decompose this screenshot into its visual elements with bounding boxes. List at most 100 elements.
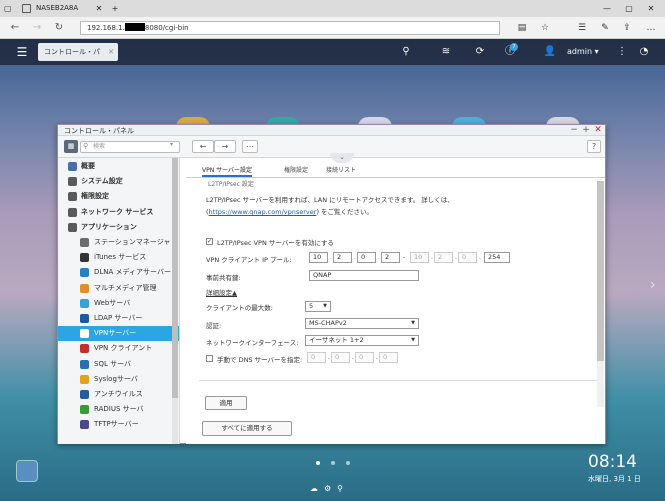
manual-dns-checkbox[interactable] (206, 355, 213, 362)
sidebar-item[interactable]: VPN クライアント (58, 341, 179, 356)
sidebar-item[interactable]: アプリケーション (58, 220, 179, 235)
reading-view-icon[interactable]: ▤ (515, 21, 529, 35)
sidebar-item[interactable]: ネットワーク サービス (58, 205, 179, 220)
refresh-icon[interactable]: ↻ (52, 21, 66, 35)
max-clients-select[interactable]: 5 ▼ (305, 301, 331, 312)
ip-start-octet-3[interactable]: 0 (357, 252, 376, 263)
main-menu-icon[interactable]: ☰ (14, 45, 30, 59)
sidebar-item[interactable]: ステーションマネージャ (58, 235, 179, 250)
notification-badge: 7 (510, 43, 518, 51)
options-icon[interactable]: ⋮ (614, 45, 630, 59)
content-scroll-thumb[interactable] (597, 181, 604, 361)
sidebar-item[interactable]: LDAP サーバー (58, 311, 179, 326)
ip-end-octet-4[interactable]: 254 (484, 252, 510, 263)
user-icon[interactable]: 👤 (542, 45, 558, 59)
favorites-hub-icon[interactable]: ☰ (575, 21, 589, 35)
url-prefix: 192.168.1. (87, 24, 125, 32)
sidebar-item[interactable]: SQL サーバ (58, 357, 179, 372)
dashboard-icon[interactable]: ◔ (636, 45, 652, 59)
dns-octet-4: 0 (379, 352, 398, 363)
sidebar-item[interactable]: 概要 (58, 159, 179, 174)
apply-button[interactable]: 適用 (205, 396, 247, 410)
advanced-settings-toggle[interactable]: 詳細設定▲ (206, 287, 237, 297)
page-dot[interactable] (316, 461, 320, 465)
maximize-window-icon[interactable]: ▢ (622, 3, 636, 14)
tab-privileges[interactable]: 権限設定 (284, 165, 308, 177)
pen-icon[interactable]: ✎ (598, 21, 612, 35)
sidebar-item[interactable]: Syslogサーバ (58, 372, 179, 387)
sidebar-item[interactable]: RADIUS サーバ (58, 402, 179, 417)
back-button[interactable]: ← (192, 140, 214, 153)
sidebar-item[interactable]: アンチウイルス (58, 387, 179, 402)
search-icon[interactable]: ⚲ (398, 45, 414, 59)
window-title: コントロール・パネル (64, 127, 134, 135)
sidebar-item[interactable]: iTunes サービス (58, 250, 179, 265)
search-input[interactable]: 検索 (80, 141, 180, 153)
next-page-icon[interactable]: › (650, 277, 656, 293)
ip-dot: . (431, 254, 433, 261)
window-titlebar[interactable]: コントロール・パネル − + ✕ (58, 125, 605, 136)
browser-tab-title[interactable]: NASEB2A8A (36, 4, 78, 12)
ip-start-octet-2[interactable]: 2 (333, 252, 352, 263)
tab-vpn-server-settings[interactable]: VPN サーバー設定 (202, 165, 253, 177)
sidebar-item-label: ステーションマネージャ (94, 238, 171, 246)
page-dot[interactable] (346, 461, 350, 465)
window-maximize-icon[interactable]: + (581, 125, 591, 135)
psk-input[interactable]: QNAP (309, 270, 419, 281)
url-input[interactable]: 192.168.1. 8080/cgi-bin (80, 21, 500, 35)
forward-icon[interactable]: → (30, 21, 44, 35)
apply-all-button[interactable]: すべてに適用する (202, 421, 292, 436)
search-dropdown-icon[interactable]: ▾ (170, 141, 173, 148)
sidebar-item-icon (68, 207, 77, 217)
new-tab-icon[interactable]: + (108, 3, 122, 14)
tab-connection-list[interactable]: 接続リスト (326, 165, 356, 177)
ip-start-octet-4[interactable]: 2 (381, 252, 400, 263)
qnap-vpn-link[interactable]: https://www.qnap.com/vpnserver (209, 208, 317, 216)
ip-start-octet-1[interactable]: 10 (309, 252, 328, 263)
recycle-bin-icon[interactable] (16, 460, 38, 482)
chevron-down-icon: ▼ (411, 337, 415, 343)
sync-icon[interactable]: ⟳ (472, 45, 488, 59)
sidebar-scroll-thumb[interactable] (172, 158, 178, 398)
user-menu[interactable]: admin ▾ (567, 45, 599, 59)
back-icon[interactable]: ← (8, 21, 22, 35)
content-scrollbar[interactable] (597, 181, 604, 407)
window-close-icon[interactable]: ✕ (593, 125, 603, 135)
search-icon: ⚲ (83, 142, 89, 150)
sidebar-item-label: アプリケーション (81, 222, 137, 231)
sidebar-item[interactable]: システム設定 (58, 174, 179, 189)
window-minimize-icon[interactable]: − (569, 125, 579, 135)
sidebar-item[interactable]: マルチメディア管理 (58, 281, 179, 296)
sidebar-item-icon (80, 238, 89, 247)
bottom-dock-icons[interactable]: ☁⚙⚲ (310, 484, 349, 493)
sidebar-item-icon (68, 162, 77, 171)
sidebar-item-icon (80, 283, 89, 293)
ip-dot: . (352, 354, 354, 361)
minimize-window-icon[interactable]: — (600, 3, 614, 14)
close-window-icon[interactable]: ✕ (644, 3, 658, 14)
ip-dot: . (328, 354, 330, 361)
auth-select[interactable]: MS-CHAPv2 ▼ (305, 318, 419, 329)
sidebar-item[interactable]: Webサーバ (58, 296, 179, 311)
tab-actions-icon[interactable]: ▢ (4, 3, 16, 14)
grid-view-button[interactable]: ⋯ (242, 140, 258, 153)
share-icon[interactable]: ⇪ (620, 21, 634, 35)
enable-l2tp-checkbox[interactable]: ✓ (206, 238, 213, 245)
sidebar-item[interactable]: TFTPサーバー (58, 417, 179, 432)
background-tasks-icon[interactable]: ≋ (438, 45, 454, 59)
qts-tab-close-icon[interactable]: ✕ (108, 43, 114, 61)
forward-button[interactable]: → (214, 140, 236, 153)
panel-menu-icon[interactable]: ▦ (64, 140, 78, 153)
sidebar-item[interactable]: VPNサーバー (58, 326, 179, 342)
more-icon[interactable]: … (644, 21, 658, 35)
iface-select[interactable]: イーサネット 1+2 ▼ (305, 335, 419, 346)
help-button[interactable]: ? (587, 140, 601, 153)
page-dot[interactable] (331, 461, 335, 465)
tab-close-icon[interactable]: ✕ (92, 3, 106, 14)
sidebar-item[interactable]: 権限設定 (58, 189, 179, 204)
favorite-star-icon[interactable]: ☆ (538, 21, 552, 35)
url-redaction (124, 23, 145, 31)
sidebar-scrollbar[interactable] (172, 158, 178, 444)
sidebar-item[interactable]: DLNA メディアサーバー (58, 265, 179, 280)
qts-app-tab[interactable]: コントロール・パ ✕ (38, 43, 118, 61)
